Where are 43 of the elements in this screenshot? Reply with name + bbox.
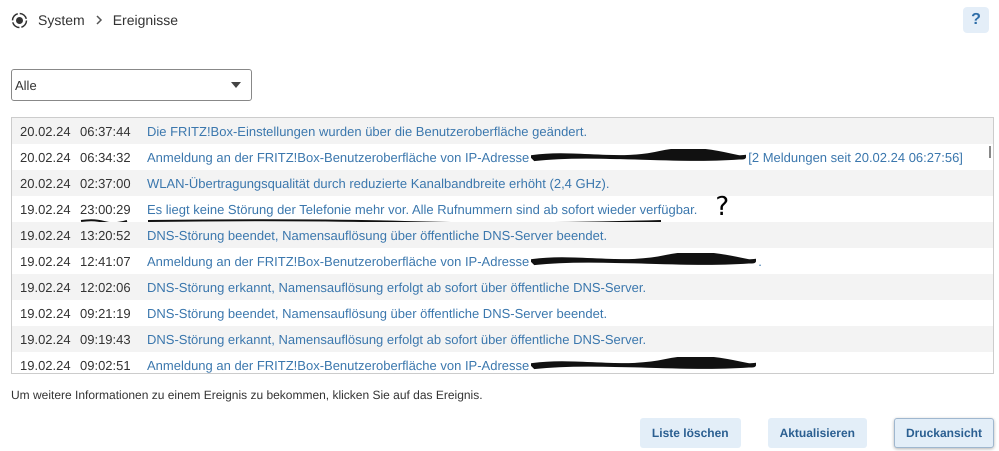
action-button[interactable]: Aktualisieren xyxy=(768,418,867,448)
event-message-suffix: [2 Meldungen seit 20.02.24 06:27:56] xyxy=(748,150,963,164)
event-time: 09:19:43 xyxy=(80,332,132,346)
event-date: 19.02.24 xyxy=(19,202,72,216)
event-date: 20.02.24 xyxy=(19,150,72,164)
info-text: Um weitere Informationen zu einem Ereignis zu bekommen, klicken Sie auf das Ereignis. xyxy=(11,388,484,402)
event-message[interactable]: DNS-Störung beendet, Namensauflösung über öffentliche DNS-Server beendet. xyxy=(147,306,608,320)
event-message[interactable]: Anmeldung an der FRITZ!Box-Benutzeroberfläche von IP-Adresse xyxy=(147,150,530,164)
event-time: 09:21:19 xyxy=(80,306,132,320)
radio-target-icon xyxy=(11,12,28,28)
event-date: 20.02.24 xyxy=(19,176,72,190)
event-date: 19.02.24 xyxy=(19,280,72,294)
help-button[interactable]: ? xyxy=(963,7,989,33)
event-message-suffix: . xyxy=(758,254,762,268)
event-message[interactable]: DNS-Störung beendet, Namensauflösung über öffentliche DNS-Server beendet. xyxy=(147,228,608,242)
event-date: 19.02.24 xyxy=(19,306,72,320)
event-date: 20.02.24 xyxy=(19,124,72,138)
event-time: 02:37:00 xyxy=(80,176,132,190)
scrollbar-thumb[interactable] xyxy=(989,146,991,158)
event-time: 06:34:32 xyxy=(80,150,132,164)
event-time: 06:37:44 xyxy=(80,124,132,138)
event-date: 19.02.24 xyxy=(19,254,72,268)
action-button[interactable]: Liste löschen xyxy=(640,418,741,448)
event-message[interactable]: Die FRITZ!Box-Einstellungen wurden über die Benutzeroberfläche geändert. xyxy=(147,124,588,138)
event-time: 09:02:51 xyxy=(80,358,132,372)
action-button[interactable]: Druckansicht xyxy=(894,418,994,448)
event-message[interactable]: DNS-Störung erkannt, Namensauflösung erfolgt ab sofort über öffentliche DNS-Server. xyxy=(147,332,646,346)
event-date: 19.02.24 xyxy=(19,228,72,242)
event-message[interactable]: Anmeldung an der FRITZ!Box-Benutzeroberfläche von IP-Adresse xyxy=(147,358,530,372)
caret-icon xyxy=(231,82,241,88)
event-date: 19.02.24 xyxy=(19,358,72,372)
event-message[interactable]: WLAN-Übertragungsqualität durch reduzierte Kanalbandbreite erhöht (2,4 GHz). xyxy=(147,176,610,190)
breadcrumb-item[interactable]: System xyxy=(38,12,85,28)
filter-dropdown[interactable]: Alle xyxy=(11,69,252,101)
handwritten-note: ? xyxy=(715,192,730,222)
event-time: 12:02:06 xyxy=(80,280,132,294)
event-message[interactable]: DNS-Störung erkannt, Namensauflösung erfolgt ab sofort über öffentliche DNS-Server. xyxy=(147,280,646,294)
event-time: 13:20:52 xyxy=(80,228,132,242)
breadcrumb-item: Ereignisse xyxy=(112,12,178,28)
event-time: 12:41:07 xyxy=(80,254,132,268)
event-message[interactable]: Anmeldung an der FRITZ!Box-Benutzeroberfläche von IP-Adresse xyxy=(147,254,530,268)
chevron-right-icon xyxy=(94,15,103,25)
event-date: 19.02.24 xyxy=(19,332,72,346)
